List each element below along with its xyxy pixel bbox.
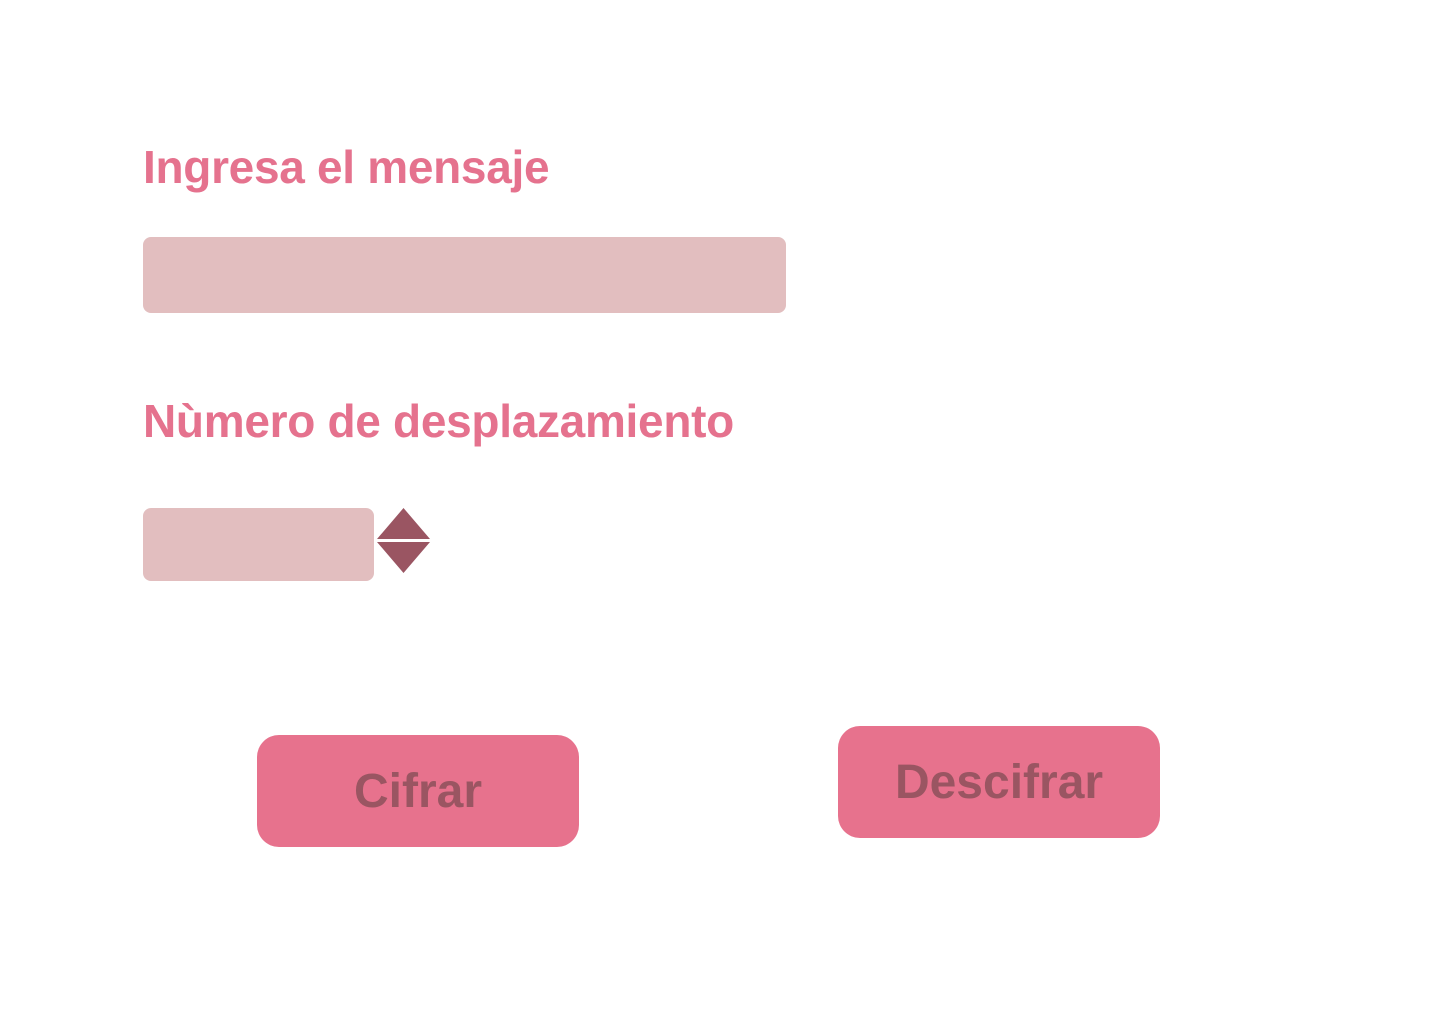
shift-input[interactable] [143, 508, 374, 581]
shift-label: Nùmero de desplazamiento [143, 395, 734, 447]
caesar-cipher-form: Ingresa el mensaje Nùmero de desplazamie… [0, 0, 1440, 1024]
message-input[interactable] [143, 237, 786, 313]
stepper-up-icon[interactable] [377, 508, 430, 539]
stepper-down-icon[interactable] [377, 542, 430, 573]
message-label: Ingresa el mensaje [143, 141, 550, 193]
encrypt-button[interactable]: Cifrar [257, 735, 579, 847]
decrypt-button[interactable]: Descifrar [838, 726, 1160, 838]
shift-stepper [377, 508, 430, 574]
